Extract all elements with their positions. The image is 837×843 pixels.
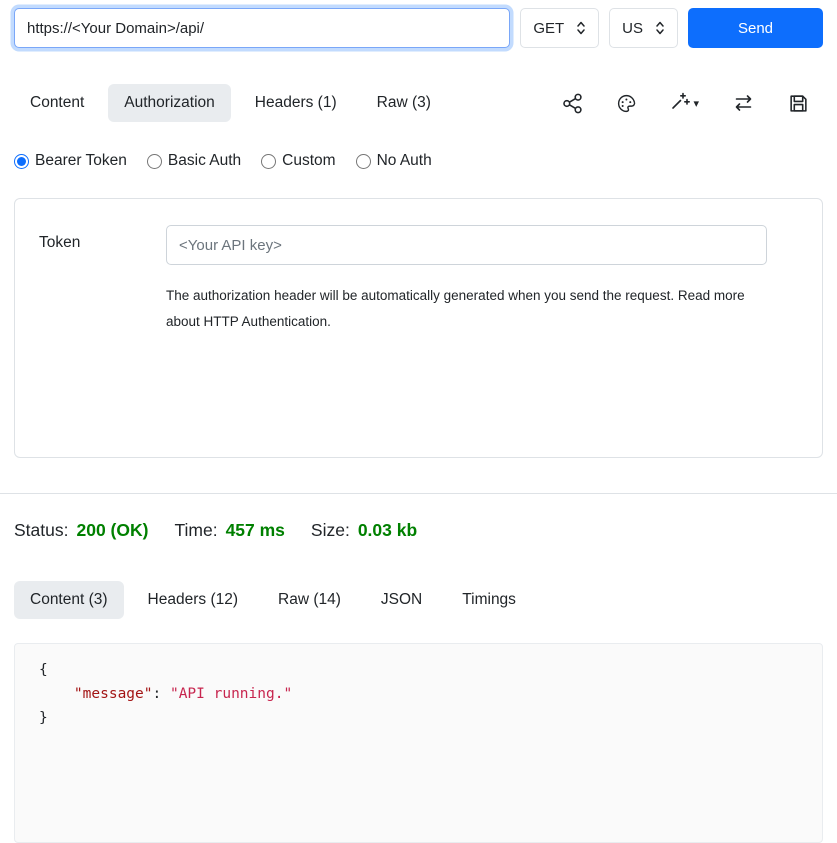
send-button[interactable]: Send [688,8,823,48]
magic-wand-icon [670,91,690,115]
response-tab-json[interactable]: JSON [365,581,438,619]
time-group: Time: 457 ms [174,520,284,541]
size-group: Size: 0.03 kb [311,520,417,541]
section-divider [0,493,837,494]
location-select-value: US [622,20,643,37]
response-tabs: Content (3) Headers (12) Raw (14) JSON T… [14,581,823,619]
radio-bearer-token-input[interactable] [14,154,29,169]
save-icon[interactable] [788,93,809,114]
token-help-text: The authorization header will be automat… [166,283,754,334]
response-tab-timings[interactable]: Timings [446,581,532,619]
code-line: { [39,658,798,682]
swap-arrows-icon[interactable] [732,93,755,113]
radio-no-auth-label: No Auth [377,152,432,170]
response-body[interactable]: { "message": "API running."} [14,643,823,843]
tab-authorization[interactable]: Authorization [108,84,230,122]
size-label: Size: [311,520,350,541]
radio-custom[interactable]: Custom [261,152,335,170]
response-status-row: Status: 200 (OK) Time: 457 ms Size: 0.03… [14,520,823,541]
location-select[interactable]: US [609,8,678,48]
radio-bearer-token-label: Bearer Token [35,152,127,170]
tab-raw[interactable]: Raw (3) [361,84,447,122]
response-tab-content[interactable]: Content (3) [14,581,124,619]
api-client: GET US Send Content Authorization Header… [0,0,837,843]
code-line: } [39,706,798,730]
response-tab-headers[interactable]: Headers (12) [132,581,254,619]
updown-arrows-icon [576,20,586,36]
method-select[interactable]: GET [520,8,599,48]
method-select-value: GET [533,20,564,37]
time-label: Time: [174,520,217,541]
palette-icon[interactable] [616,93,637,114]
request-tabs-row: Content Authorization Headers (1) Raw (3… [14,84,823,122]
token-row: Token The authorization header will be a… [39,225,798,334]
response-tab-raw[interactable]: Raw (14) [262,581,357,619]
magic-wand-dropdown[interactable]: ▾ [670,91,699,115]
tab-content[interactable]: Content [14,84,100,122]
share-nodes-icon[interactable] [562,93,583,114]
radio-basic-auth-input[interactable] [147,154,162,169]
authorization-panel: Token The authorization header will be a… [14,198,823,458]
radio-bearer-token[interactable]: Bearer Token [14,152,127,170]
request-toolbar: ▾ [562,91,823,115]
token-input[interactable] [166,225,767,265]
token-label: Token [39,225,166,334]
url-input[interactable] [14,8,510,48]
auth-type-options: Bearer Token Basic Auth Custom No Auth [14,152,823,170]
status-label: Status: [14,520,68,541]
status-value: 200 (OK) [76,520,148,541]
radio-basic-auth[interactable]: Basic Auth [147,152,241,170]
updown-arrows-icon [655,20,665,36]
size-value: 0.03 kb [358,520,417,541]
tab-headers[interactable]: Headers (1) [239,84,353,122]
radio-custom-input[interactable] [261,154,276,169]
help-text-after: . [327,314,331,329]
request-bar: GET US Send [14,8,823,48]
radio-no-auth-input[interactable] [356,154,371,169]
caret-down-icon: ▾ [693,97,699,110]
radio-custom-label: Custom [282,152,335,170]
status-group: Status: 200 (OK) [14,520,148,541]
token-column: The authorization header will be automat… [166,225,767,334]
http-authentication-link[interactable]: HTTP Authentication [204,314,328,329]
radio-basic-auth-label: Basic Auth [168,152,241,170]
time-value: 457 ms [226,520,285,541]
code-line: "message": "API running." [39,682,798,706]
request-tabs: Content Authorization Headers (1) Raw (3… [14,84,447,122]
radio-no-auth[interactable]: No Auth [356,152,432,170]
